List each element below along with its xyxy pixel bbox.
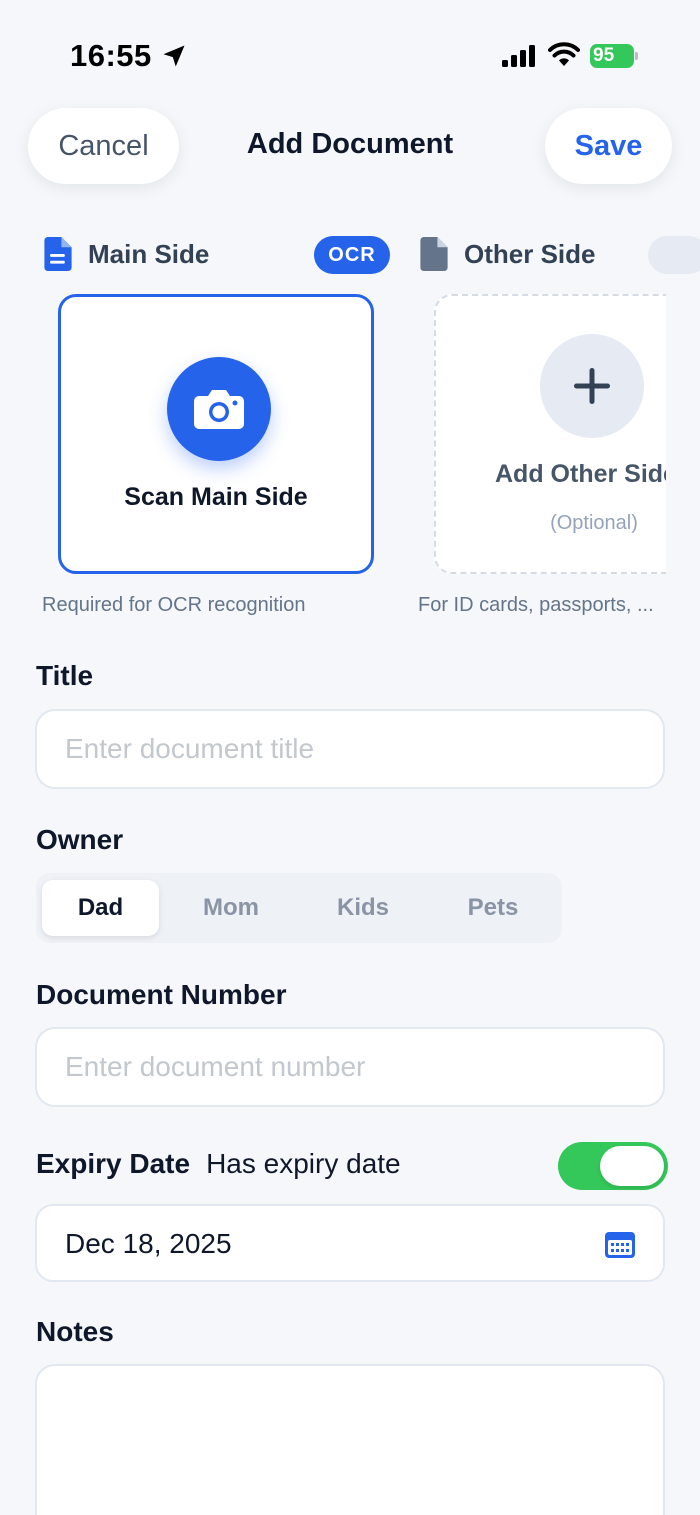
other-side-label: Other Side bbox=[464, 238, 596, 269]
camera-button[interactable] bbox=[167, 357, 271, 461]
notes-label: Notes bbox=[36, 1316, 114, 1347]
camera-icon bbox=[194, 390, 244, 429]
title-input[interactable] bbox=[35, 709, 665, 789]
title-label: Title bbox=[36, 660, 94, 691]
owner-option-dad[interactable]: Dad bbox=[42, 880, 159, 936]
other-side-hint: For ID cards, passports, ... bbox=[418, 594, 654, 616]
document-icon bbox=[44, 237, 72, 271]
optional-label: (Optional) bbox=[550, 512, 638, 534]
main-side-header: Main Side bbox=[44, 237, 209, 271]
document-icon bbox=[420, 237, 448, 271]
optional-badge bbox=[648, 236, 700, 274]
document-number-label: Document Number bbox=[36, 979, 287, 1010]
battery-icon: 95 bbox=[590, 44, 638, 68]
battery-level: 95 bbox=[593, 45, 615, 66]
calendar-icon[interactable] bbox=[605, 1230, 635, 1258]
add-other-side-button[interactable] bbox=[540, 334, 644, 438]
add-other-side-label: Add Other Side bbox=[495, 460, 666, 488]
expiry-date-field[interactable]: Dec 18, 2025 bbox=[35, 1204, 665, 1282]
expiry-date-label: Expiry Date bbox=[36, 1148, 191, 1179]
owner-option-mom[interactable]: Mom bbox=[164, 880, 298, 936]
ocr-badge: OCR bbox=[314, 236, 390, 274]
expiry-row: Expiry Date Has expiry date bbox=[36, 1148, 401, 1180]
status-time: 16:55 bbox=[70, 38, 152, 73]
toggle-knob bbox=[600, 1146, 664, 1186]
owner-label: Owner bbox=[36, 824, 124, 855]
main-side-hint: Required for OCR recognition bbox=[42, 594, 306, 616]
other-side-card-viewport: Add Other Side (Optional) bbox=[434, 294, 666, 576]
document-number-input[interactable] bbox=[35, 1027, 665, 1107]
wifi-icon bbox=[548, 42, 580, 66]
owner-option-kids[interactable]: Kids bbox=[298, 880, 428, 936]
owner-segmented-control: Dad Mom Kids Pets bbox=[36, 873, 562, 943]
scan-main-side-card[interactable]: Scan Main Side bbox=[58, 294, 374, 574]
owner-option-pets[interactable]: Pets bbox=[428, 880, 558, 936]
add-other-side-card[interactable]: Add Other Side (Optional) bbox=[434, 294, 666, 574]
main-side-label: Main Side bbox=[88, 238, 210, 269]
save-button[interactable]: Save bbox=[545, 108, 672, 184]
other-side-header: Other Side bbox=[420, 237, 595, 271]
has-expiry-label: Has expiry date bbox=[206, 1148, 401, 1179]
expiry-date-value: Dec 18, 2025 bbox=[65, 1228, 232, 1259]
cellular-signal-icon bbox=[502, 45, 535, 67]
scan-main-side-label: Scan Main Side bbox=[124, 483, 308, 511]
plus-icon bbox=[574, 368, 610, 404]
status-bar: 16:55 95 bbox=[0, 0, 700, 100]
location-arrow-icon bbox=[163, 45, 185, 67]
notes-textarea[interactable] bbox=[35, 1364, 665, 1515]
has-expiry-toggle[interactable] bbox=[558, 1142, 668, 1190]
